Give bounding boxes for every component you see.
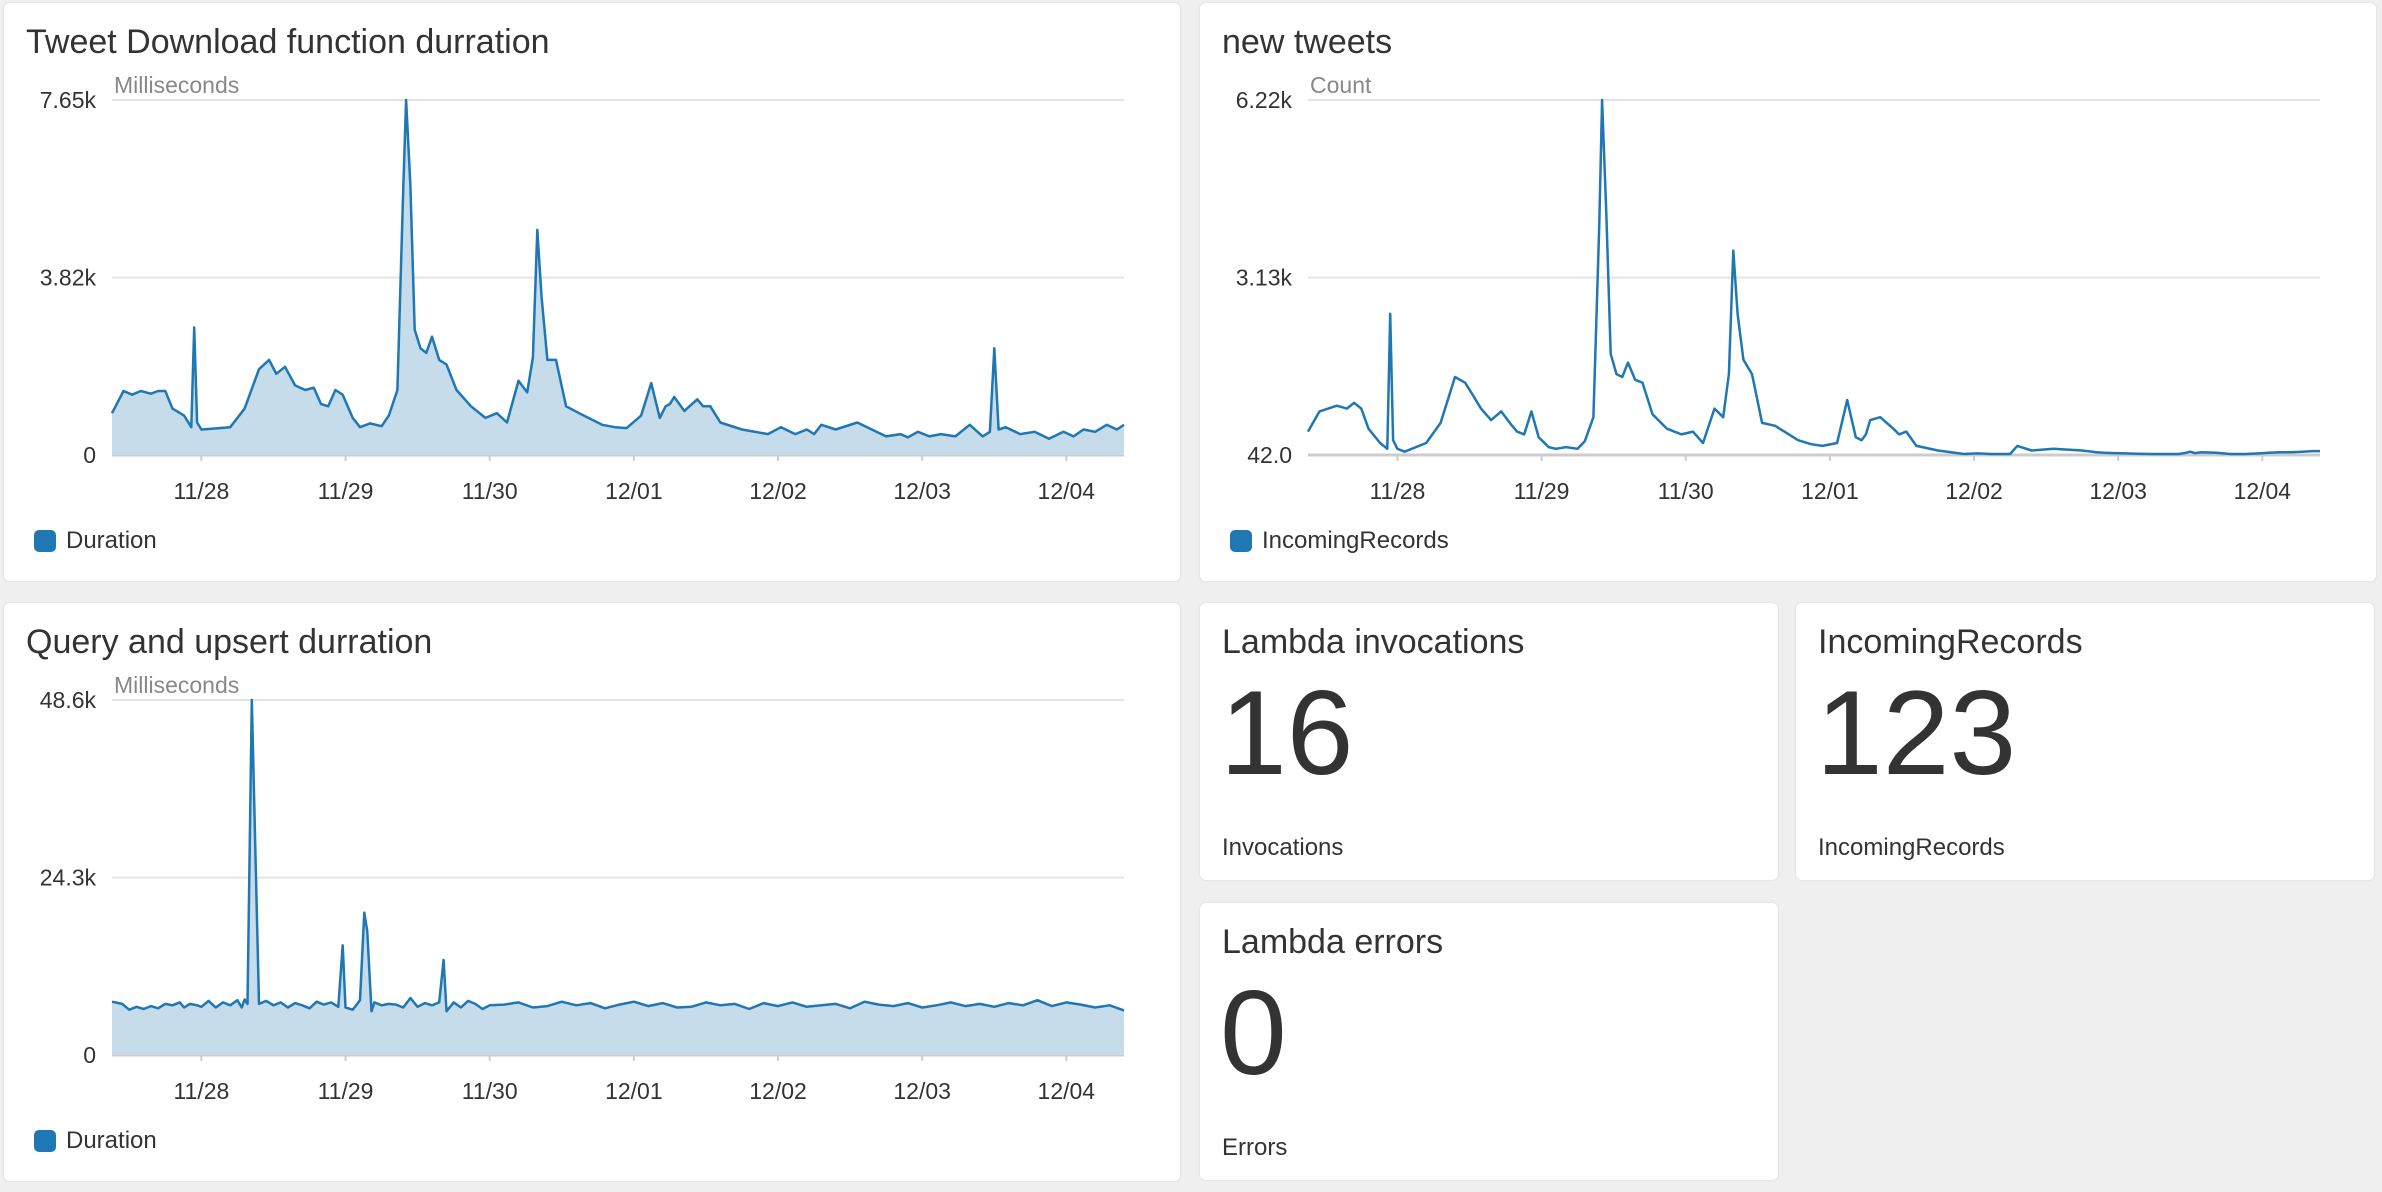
panel-lambda-invocations[interactable]: Lambda invocations 16 Invocations bbox=[1200, 603, 1778, 880]
y-tick-label: 24.3k bbox=[40, 865, 97, 891]
x-tick-label: 11/28 bbox=[1369, 478, 1425, 504]
legend-label: Duration bbox=[66, 1127, 157, 1154]
x-tick-label: 12/04 bbox=[2234, 478, 2292, 504]
metric-label: IncomingRecords bbox=[1818, 834, 2005, 861]
x-tick-label: 12/03 bbox=[2089, 478, 2147, 504]
chart-query-upsert[interactable]: 48.6k 24.3k 0 Milliseconds 11/28 11/29 11/30 12… bbox=[4, 603, 1180, 1181]
panel-title: Lambda errors bbox=[1222, 923, 1444, 961]
metric-value: 16 bbox=[1220, 666, 1354, 800]
metric-label: Invocations bbox=[1222, 834, 1344, 861]
x-tick-label: 11/30 bbox=[462, 478, 518, 504]
metric-label: Errors bbox=[1222, 1134, 1288, 1161]
y-tick-label: 48.6k bbox=[40, 687, 97, 713]
y-tick-label: 0 bbox=[83, 1042, 96, 1068]
panel-title: Lambda invocations bbox=[1222, 623, 1525, 661]
legend-swatch bbox=[34, 1130, 56, 1152]
y-tick-label: 7.65k bbox=[40, 87, 97, 113]
y-tick-label: 3.13k bbox=[1236, 265, 1293, 291]
x-tick-label: 12/03 bbox=[893, 1078, 951, 1104]
y-tick-label: 3.82k bbox=[40, 265, 97, 291]
metric-value: 0 bbox=[1220, 966, 1287, 1100]
unit-label: Milliseconds bbox=[114, 72, 239, 98]
metric-value: 123 bbox=[1816, 666, 2017, 800]
x-tick-label: 11/29 bbox=[318, 478, 374, 504]
x-tick-label: 11/30 bbox=[462, 1078, 518, 1104]
x-tick-label: 12/02 bbox=[749, 1078, 807, 1104]
legend[interactable]: IncomingRecords bbox=[1230, 527, 1449, 555]
x-tick-label: 12/01 bbox=[605, 478, 663, 504]
x-tick-label: 11/30 bbox=[1658, 478, 1714, 504]
panel-tweet-download-duration[interactable]: Tweet Download function durration 7.65k 3… bbox=[4, 3, 1180, 581]
series-line[interactable] bbox=[111, 698, 1125, 1013]
x-tick-label: 11/29 bbox=[1514, 478, 1570, 504]
y-tick-label: 0 bbox=[83, 442, 96, 468]
panel-title: IncomingRecords bbox=[1818, 623, 2083, 661]
y-tick-label: 42.0 bbox=[1247, 442, 1292, 468]
chart-new-tweets[interactable]: 6.22k 3.13k 42.0 Count 11/28 11/29 11/30 12/01 1… bbox=[1200, 3, 2376, 581]
x-tick-label: 12/03 bbox=[893, 478, 951, 504]
x-tick-label: 12/04 bbox=[1038, 478, 1096, 504]
x-tick-label: 12/04 bbox=[1038, 1078, 1096, 1104]
x-tick-label: 12/02 bbox=[1945, 478, 2003, 504]
x-tick-label: 11/29 bbox=[318, 1078, 374, 1104]
legend[interactable]: Duration bbox=[34, 1127, 157, 1155]
unit-label: Count bbox=[1310, 72, 1372, 98]
x-tick-label: 11/28 bbox=[173, 1078, 229, 1104]
panel-incoming-records[interactable]: IncomingRecords 123 IncomingRecords bbox=[1796, 603, 2374, 880]
unit-label: Milliseconds bbox=[114, 672, 239, 698]
x-tick-label: 12/01 bbox=[1801, 478, 1859, 504]
panel-lambda-errors[interactable]: Lambda errors 0 Errors bbox=[1200, 903, 1778, 1180]
panel-new-tweets[interactable]: new tweets 6.22k 3.13k 42.0 Count 11/28 11/29… bbox=[1200, 3, 2376, 581]
legend-label: IncomingRecords bbox=[1262, 527, 1449, 554]
legend-label: Duration bbox=[66, 527, 157, 554]
legend[interactable]: Duration bbox=[34, 527, 157, 555]
panel-query-upsert-duration[interactable]: Query and upsert durration 48.6k 24.3k 0 Mi… bbox=[4, 603, 1180, 1181]
legend-swatch bbox=[1230, 530, 1252, 552]
x-tick-label: 12/01 bbox=[605, 1078, 663, 1104]
x-tick-label: 11/28 bbox=[173, 478, 229, 504]
chart-tweet-download[interactable]: 7.65k 3.82k 0 Milliseconds 11/28 11/29 11/30 12… bbox=[4, 3, 1180, 581]
x-tick-label: 12/02 bbox=[749, 478, 807, 504]
legend-swatch bbox=[34, 530, 56, 552]
y-tick-label: 6.22k bbox=[1236, 87, 1293, 113]
